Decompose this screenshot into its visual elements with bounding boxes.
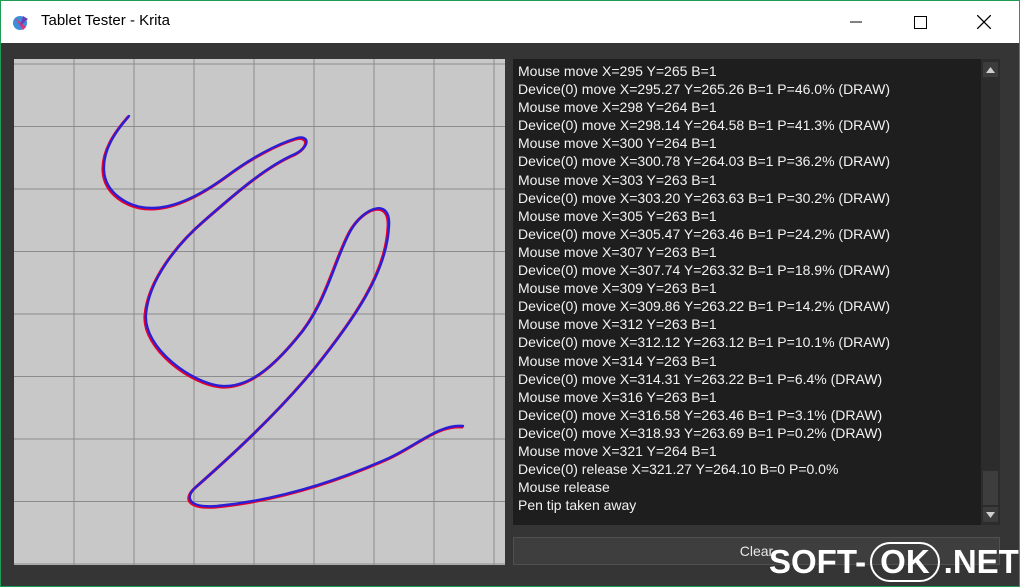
log-line: Mouse move X=295 Y=265 B=1 [518, 63, 717, 79]
scroll-down-button[interactable] [983, 507, 998, 522]
log-line: Device(0) move X=298.14 Y=264.58 B=1 P=4… [518, 117, 890, 134]
scroll-thumb[interactable] [983, 471, 998, 505]
close-button[interactable] [961, 1, 1007, 43]
log-line: Mouse move X=314 Y=263 B=1 [518, 352, 717, 369]
watermark-part2: OK [870, 542, 940, 582]
minimize-button[interactable] [833, 1, 879, 43]
log-line: Mouse move X=309 Y=263 B=1 [518, 280, 717, 297]
log-line: Device(0) move X=309.86 Y=263.22 B=1 P=1… [518, 298, 890, 315]
event-log-lines: Mouse move X=295 Y=265 B=1 Device(0) move… [513, 59, 981, 514]
minimize-icon [850, 21, 862, 23]
window-title: Tablet Tester - Krita [41, 12, 170, 29]
log-line: Device(0) move X=295.27 Y=265.26 B=1 P=4… [518, 81, 890, 98]
arrow-down-icon [986, 511, 995, 518]
watermark-part1: SOFT- [769, 543, 867, 580]
log-line: Pen tip taken away [518, 497, 637, 514]
drawing-surface[interactable] [14, 59, 505, 565]
tablet-test-canvas[interactable] [14, 59, 505, 565]
log-line: Mouse move X=298 Y=264 B=1 [518, 99, 717, 116]
log-line: Device(0) move X=305.47 Y=263.46 B=1 P=2… [518, 225, 890, 242]
log-line: Device(0) move X=318.93 Y=263.69 B=1 P=0… [518, 424, 883, 441]
canvas-grid [14, 59, 505, 565]
krita-app-icon [13, 16, 28, 30]
event-log[interactable]: Mouse move X=295 Y=265 B=1 Device(0) move… [513, 59, 981, 525]
log-line: Mouse release [518, 479, 610, 496]
log-line: Device(0) release X=321.27 Y=264.10 B=0 … [518, 461, 839, 478]
log-line: Mouse move X=312 Y=263 B=1 [518, 316, 717, 333]
event-log-scrollbar[interactable] [981, 59, 1000, 525]
log-line: Device(0) move X=303.20 Y=263.63 B=1 P=3… [518, 189, 890, 206]
titlebar[interactable]: Tablet Tester - Krita [1, 1, 1019, 43]
scroll-up-button[interactable] [983, 62, 998, 77]
log-line: Device(0) move X=312.12 Y=263.12 B=1 P=1… [518, 334, 890, 351]
log-line: Mouse move X=303 Y=263 B=1 [518, 171, 717, 188]
log-line: Mouse move X=300 Y=264 B=1 [518, 135, 717, 152]
log-line: Mouse move X=307 Y=263 B=1 [518, 243, 717, 260]
maximize-icon [913, 15, 927, 29]
tablet-tester-window: Tablet Tester - Krita Mouse move X=295 Y… [0, 0, 1020, 587]
watermark-logo: SOFT- OK .NET [769, 541, 1019, 583]
pen-stroke [102, 114, 465, 508]
log-line: Device(0) move X=300.78 Y=264.03 B=1 P=3… [518, 153, 890, 170]
log-line: Mouse move X=305 Y=263 B=1 [518, 207, 717, 224]
close-icon [977, 15, 991, 29]
log-line: Device(0) move X=307.74 Y=263.32 B=1 P=1… [518, 262, 890, 279]
log-line: Mouse move X=316 Y=263 B=1 [518, 388, 717, 405]
arrow-up-icon [986, 66, 995, 73]
log-line: Device(0) move X=314.31 Y=263.22 B=1 P=6… [518, 370, 883, 387]
log-line: Device(0) move X=316.58 Y=263.46 B=1 P=3… [518, 406, 883, 423]
watermark-part3: .NET [943, 543, 1019, 580]
log-line: Mouse move X=321 Y=264 B=1 [518, 442, 717, 459]
maximize-button[interactable] [897, 1, 943, 43]
